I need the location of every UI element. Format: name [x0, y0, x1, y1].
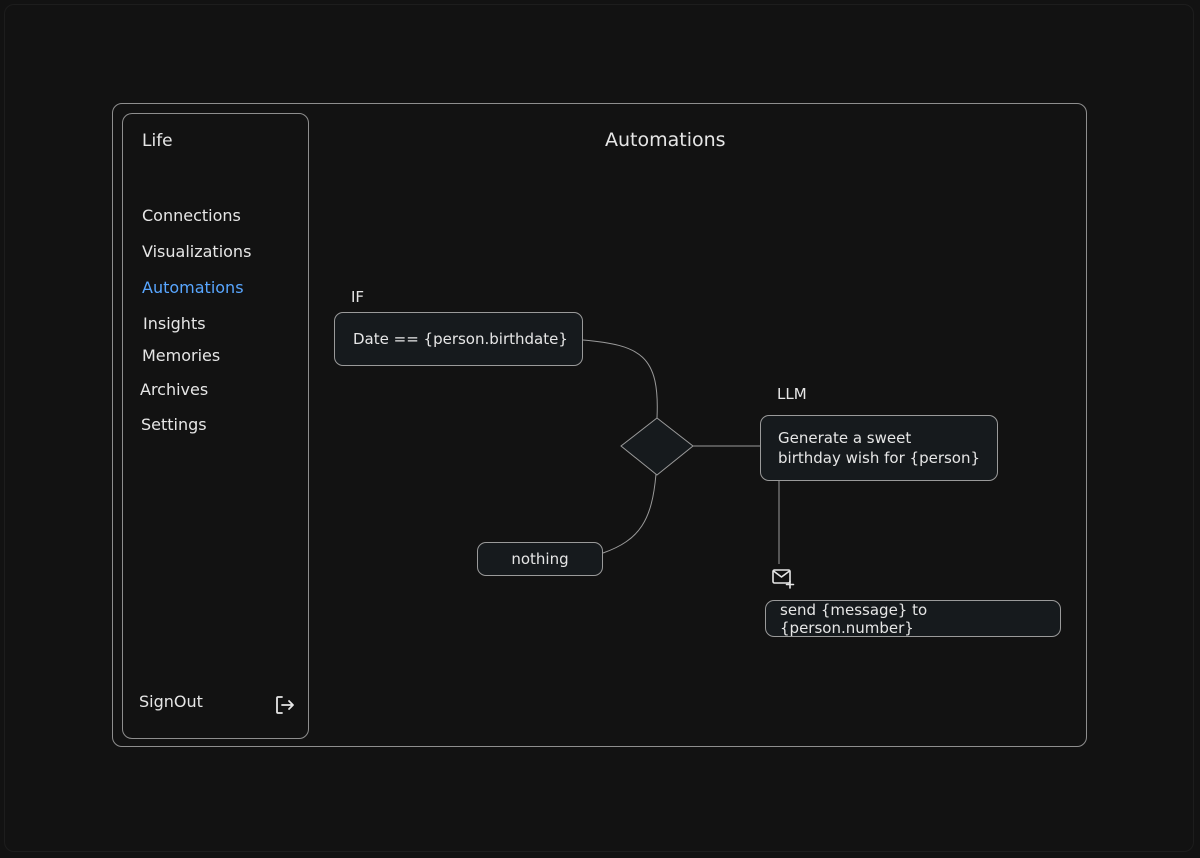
- sidebar-item-insights[interactable]: Insights: [143, 314, 206, 333]
- signout-button[interactable]: SignOut: [139, 692, 203, 711]
- condition-node[interactable]: Date == {person.birthdate}: [334, 312, 583, 366]
- action-text: send {message} to {person.number}: [780, 600, 928, 637]
- else-text: nothing: [511, 550, 569, 568]
- brand-title: Life: [142, 131, 173, 151]
- else-node[interactable]: nothing: [477, 542, 603, 576]
- sidebar-item-memories[interactable]: Memories: [142, 346, 220, 365]
- page-title: Automations: [605, 129, 726, 151]
- llm-label: LLM: [777, 385, 807, 403]
- if-label: IF: [351, 288, 365, 306]
- sidebar-item-archives[interactable]: Archives: [140, 380, 208, 399]
- llm-node[interactable]: Generate a sweet birthday wish for {pers…: [760, 415, 998, 481]
- sign-out-icon[interactable]: [274, 694, 296, 716]
- sidebar-item-visualizations[interactable]: Visualizations: [142, 242, 251, 261]
- llm-prompt-line-1: Generate a sweet: [778, 429, 912, 447]
- mail-plus-icon: [772, 569, 795, 589]
- sidebar-item-settings[interactable]: Settings: [141, 415, 207, 434]
- action-node[interactable]: send {message} to {person.number}: [765, 600, 1061, 637]
- sidebar-item-automations[interactable]: Automations: [142, 278, 244, 297]
- sidebar-item-connections[interactable]: Connections: [142, 206, 241, 225]
- llm-prompt-line-2: birthday wish for {person}: [778, 449, 981, 467]
- condition-text: Date == {person.birthdate}: [353, 330, 568, 348]
